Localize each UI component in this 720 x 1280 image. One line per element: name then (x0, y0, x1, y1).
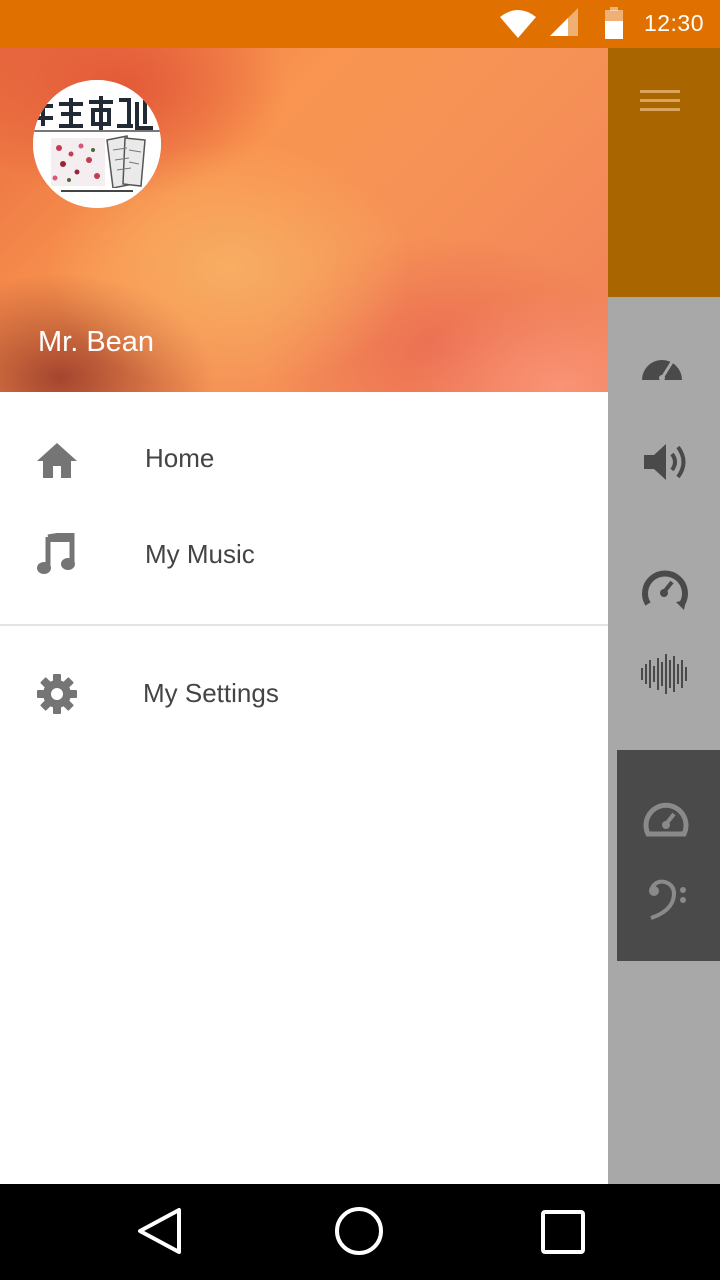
sound-wave-icon[interactable] (640, 652, 690, 696)
home-button[interactable] (300, 1184, 420, 1280)
menu-item-my-settings[interactable]: My Settings (0, 645, 608, 741)
bass-clef-icon[interactable] (645, 878, 689, 922)
drawer-header: Mr. Bean (0, 48, 608, 392)
speedometer-icon[interactable] (640, 350, 684, 382)
back-icon (138, 1208, 181, 1254)
hamburger-menu-icon[interactable] (640, 88, 680, 114)
speed-arrow-icon[interactable] (640, 566, 690, 610)
menu-item-home[interactable]: Home (0, 410, 608, 506)
menu-item-label: My Music (145, 539, 255, 569)
menu-item-my-music[interactable]: My Music (0, 506, 608, 602)
app-screen: 12:30 Mr. Bean Home My Music My Settings (0, 0, 720, 1280)
user-name: Mr. Bean (38, 326, 155, 358)
status-bar: 12:30 (0, 0, 720, 48)
home-circle-icon (335, 1207, 383, 1255)
status-time: 12:30 (643, 10, 704, 36)
design-studio-logo-avatar (33, 80, 161, 208)
gauge-icon[interactable] (641, 796, 691, 840)
background-dark-panel (617, 750, 720, 961)
navigation-drawer: Mr. Bean Home My Music My Settings (0, 48, 608, 1184)
menu-item-label: Home (145, 443, 215, 473)
battery-icon (605, 7, 623, 39)
home-icon (37, 443, 77, 478)
system-nav-bar (0, 1184, 720, 1280)
menu-item-label: My Settings (143, 678, 279, 708)
drawer-divider (0, 624, 608, 626)
recents-button[interactable] (503, 1184, 623, 1280)
back-button[interactable] (100, 1184, 220, 1280)
volume-icon[interactable] (642, 440, 692, 484)
avatar[interactable] (33, 80, 161, 208)
music-note-icon (37, 533, 75, 574)
background-toolbar (608, 48, 720, 297)
background-content (608, 297, 720, 1184)
cell-signal-icon (550, 8, 578, 36)
gear-icon (37, 674, 77, 714)
background-screen (608, 48, 720, 1184)
recents-square-icon (541, 1210, 585, 1254)
wifi-icon (500, 10, 536, 38)
